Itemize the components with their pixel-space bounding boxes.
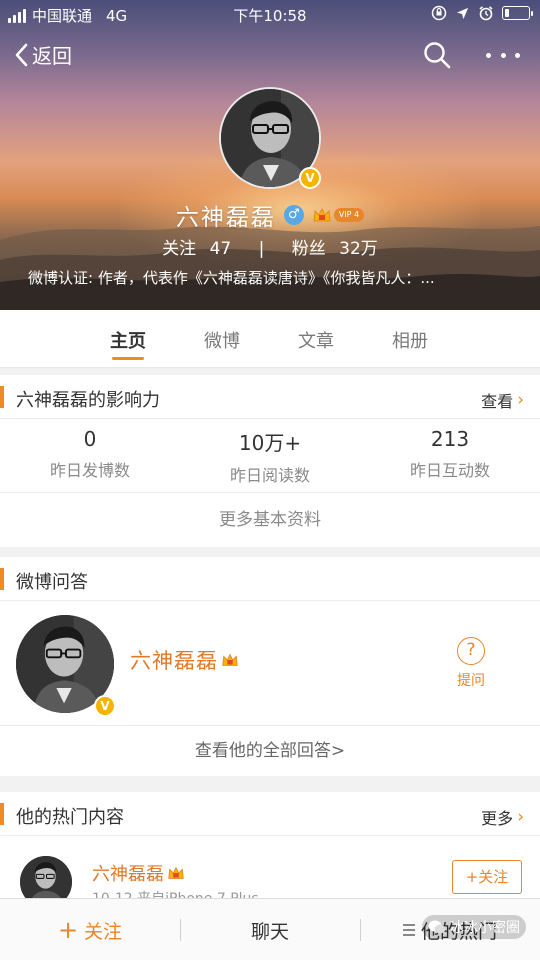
tab-home[interactable]: 主页 (110, 310, 146, 360)
tab-active-indicator (112, 357, 144, 360)
stat-posts: 0 昨日发博数 (0, 419, 180, 492)
profile-name-row: 六神磊磊 ♂ VIP 4 (0, 198, 540, 232)
stat-reads: 10万+ 昨日阅读数 (180, 419, 360, 492)
following-stat[interactable]: 关注 47 (158, 239, 240, 259)
more-info-button[interactable]: 更多基本资料 (0, 493, 540, 547)
stat-label: 昨日互动数 (409, 461, 490, 480)
qa-title: 微博问答 (16, 572, 88, 593)
tab-weibo-label: 微博 (204, 331, 240, 352)
ask-button[interactable]: ? 提问 (450, 637, 492, 690)
question-icon: ? (457, 637, 485, 665)
back-label: 返回 (32, 44, 72, 68)
hot-more-label: 更多 (481, 809, 514, 828)
following-count: 47 (209, 239, 232, 259)
stat-interactions: 213 昨日互动数 (360, 419, 540, 492)
plus-icon: + (57, 916, 79, 944)
tab-album[interactable]: 相册 (392, 310, 428, 353)
hot-header[interactable]: 他的热门内容 更多 › (0, 792, 540, 836)
crown-icon (168, 866, 184, 879)
battery-level (505, 9, 510, 17)
hot-post[interactable]: 六神磊磊 10-12 来自iPhone 7 Plus +关注 (0, 836, 540, 898)
influence-card: 六神磊磊的影响力 查看 › 0 昨日发博数 10万+ 昨日阅读数 213 昨日互… (0, 375, 540, 547)
post-meta: 10-12 来自iPhone 7 Plus (92, 888, 259, 898)
hot-name-text: 六神磊磊 (92, 864, 164, 885)
chevron-right-icon: › (517, 807, 524, 827)
vip-level: VIP 4 (333, 208, 365, 222)
bottom-follow-button[interactable]: + 关注 (0, 899, 180, 960)
nav-bar: 返回 (0, 36, 540, 76)
chevron-left-icon (15, 43, 28, 66)
hot-avatar[interactable] (20, 856, 72, 898)
chevron-right-icon: › (517, 390, 524, 410)
stats-divider: | (258, 239, 265, 259)
menu-icon (402, 924, 415, 936)
stat-value: 0 (83, 427, 97, 451)
more-icon[interactable] (486, 40, 520, 70)
hot-content-card: 他的热门内容 更多 › 六神磊磊 10-12 来自iPhone 7 Plus (0, 792, 540, 898)
profile-avatar[interactable]: V (219, 87, 321, 189)
qa-user-name[interactable]: 六神磊磊 (130, 645, 239, 675)
stat-label: 昨日阅读数 (229, 466, 310, 485)
alarm-icon (479, 6, 493, 21)
hot-title: 他的热门内容 (16, 807, 124, 828)
status-bar: 中国联通 4G 下午10:58 (0, 0, 540, 28)
follow-stats: 关注 47 | 粉丝 32万 (0, 234, 540, 259)
follow-button[interactable]: +关注 (452, 860, 522, 894)
watermark: 冰冰小密圈 (422, 915, 526, 939)
chat-button[interactable]: 聊天 (180, 899, 360, 960)
watermark-text: 冰冰小密圈 (450, 920, 520, 936)
hot-user-name[interactable]: 六神磊磊 (92, 860, 185, 886)
influence-view-link[interactable]: 查看 › (481, 388, 524, 412)
avatar-portrait (20, 856, 72, 898)
influence-title: 六神磊磊的影响力 (16, 390, 160, 411)
orientation-lock-icon (431, 5, 447, 21)
qa-name-text: 六神磊磊 (130, 649, 218, 673)
tab-articles[interactable]: 文章 (298, 310, 334, 353)
section-marker (0, 803, 4, 825)
influence-stats: 0 昨日发博数 10万+ 昨日阅读数 213 昨日互动数 (0, 419, 540, 493)
followers-stat[interactable]: 粉丝 32万 (288, 239, 382, 259)
back-button[interactable]: 返回 (14, 40, 72, 69)
male-icon: ♂ (283, 205, 304, 225)
verification-text[interactable]: 微博认证: 作者，代表作《六神磊磊读唐诗》《你我皆凡人：... (28, 267, 512, 288)
stat-value: 10万+ (238, 431, 302, 455)
section-marker (0, 568, 4, 590)
bottom-follow-label: 关注 (84, 920, 123, 943)
vip-badge[interactable]: VIP 4 (312, 206, 365, 224)
qa-body: V 六神磊磊 ? 提问 (0, 601, 540, 726)
location-arrow-icon (456, 7, 469, 19)
stat-value: 213 (430, 427, 470, 451)
hot-more-link[interactable]: 更多 › (481, 805, 524, 829)
all-answers-link[interactable]: 查看他的全部回答> (0, 726, 540, 776)
ask-label: 提问 (457, 673, 485, 689)
verified-badge-icon: V (299, 167, 321, 189)
influence-header[interactable]: 六神磊磊的影响力 查看 › (0, 375, 540, 419)
verified-badge-icon: V (94, 695, 116, 717)
following-label: 关注 (162, 239, 197, 259)
qa-header: 微博问答 (0, 557, 540, 601)
followers-count: 32万 (339, 239, 378, 259)
tab-articles-label: 文章 (298, 331, 334, 352)
crown-icon (313, 207, 331, 222)
profile-name: 六神磊磊 (175, 205, 276, 231)
qa-card: 微博问答 V 六神磊磊 ? 提问 查看他的全部回答> (0, 557, 540, 776)
tab-album-label: 相册 (392, 331, 428, 352)
followers-label: 粉丝 (291, 239, 326, 259)
profile-tabs: 主页 微博 文章 相册 (0, 310, 540, 368)
chat-label: 聊天 (250, 920, 289, 943)
battery-icon (502, 6, 533, 20)
wechat-icon (428, 920, 446, 934)
stat-label: 昨日发博数 (49, 461, 130, 480)
search-icon[interactable] (422, 40, 452, 70)
tab-weibo[interactable]: 微博 (204, 310, 240, 353)
qa-avatar[interactable]: V (16, 615, 116, 717)
profile-header: 中国联通 4G 下午10:58 返回 V 六神磊磊 ♂ VIP 4 关注 47 … (0, 0, 540, 310)
section-marker (0, 386, 4, 408)
tab-home-label: 主页 (110, 331, 146, 352)
influence-view-label: 查看 (481, 392, 514, 411)
crown-icon (222, 653, 238, 666)
